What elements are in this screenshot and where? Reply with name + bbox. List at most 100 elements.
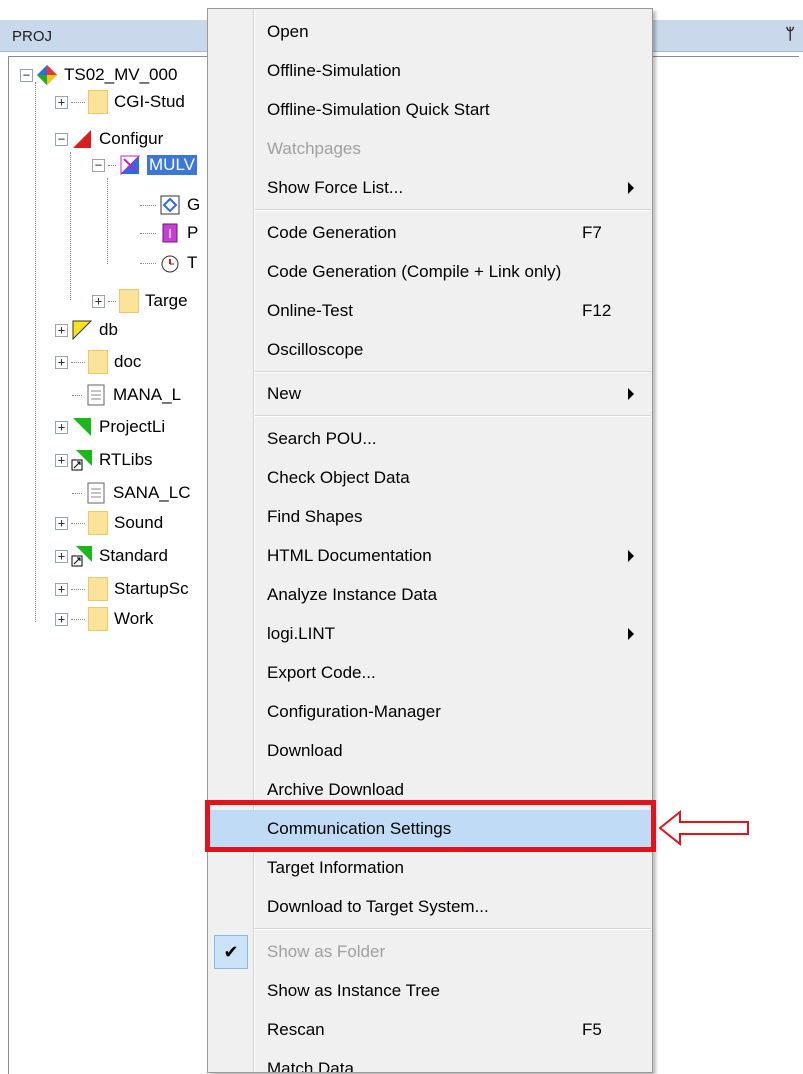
menu-item-analyze-instance-data[interactable]: Analyze Instance Data: [208, 576, 652, 615]
tree-guide-line: [35, 82, 36, 622]
tree-item-task[interactable]: T: [140, 250, 197, 276]
left-arrow-icon: [658, 809, 749, 847]
tree-item-folder[interactable]: + CGI-Stud: [55, 89, 185, 115]
db-triangle-icon: [71, 319, 93, 341]
expand-toggle-icon[interactable]: +: [55, 323, 68, 337]
menu-item-offline-simulation-quick-start[interactable]: Offline-Simulation Quick Start: [208, 91, 652, 130]
tree-connector: [71, 361, 85, 363]
tree-item-library[interactable]: + ProjectLi: [55, 414, 165, 440]
menu-item-label: Online-Test: [267, 301, 353, 320]
menu-item-label: logi.LINT: [267, 624, 336, 643]
tree-item-linked-library[interactable]: + Standard: [55, 543, 168, 569]
tree-item-folder[interactable]: + Sound: [55, 510, 163, 536]
tree-item-label: Work: [114, 609, 154, 628]
collapse-toggle-icon[interactable]: −: [55, 132, 68, 146]
tree-item-db[interactable]: + db: [55, 317, 118, 343]
menu-item-oscilloscope[interactable]: Oscilloscope: [208, 331, 652, 370]
tree-connector: [71, 618, 85, 620]
expand-toggle-icon[interactable]: +: [55, 95, 68, 109]
menu-item-open[interactable]: Open: [208, 13, 652, 52]
menu-item-html-documentation[interactable]: HTML Documentation: [208, 537, 652, 576]
tree-item-label: RTLibs: [99, 450, 153, 469]
tree-item-linked-library[interactable]: + RTLibs: [55, 447, 153, 473]
menu-item-configuration-manager[interactable]: Configuration-Manager: [208, 693, 652, 732]
menu-item-label: Match Data: [267, 1059, 354, 1073]
folder-icon: [88, 90, 108, 114]
pin-icon[interactable]: ᛘ: [785, 26, 795, 44]
tree-item-resource[interactable]: − MULV: [92, 152, 197, 178]
menu-item-label: Watchpages: [267, 139, 361, 158]
menu-item-target-information[interactable]: Target Information: [208, 849, 652, 888]
expand-toggle-icon[interactable]: +: [55, 355, 68, 369]
tree-item-label: P: [187, 223, 199, 242]
menu-item-label: Offline-Simulation: [267, 61, 401, 80]
file-icon: [85, 482, 107, 504]
tree-connector: [140, 232, 156, 234]
tree-item-folder[interactable]: + Work: [55, 606, 153, 632]
submenu-arrow-icon: [628, 628, 634, 640]
expand-toggle-icon[interactable]: +: [55, 612, 68, 626]
tree-connector: [72, 492, 82, 494]
expand-toggle-icon[interactable]: +: [92, 294, 105, 308]
folder-icon: [88, 607, 108, 631]
menu-item-show-force-list[interactable]: Show Force List...: [208, 169, 652, 208]
menu-item-label: Open: [267, 22, 309, 41]
menu-item-find-shapes[interactable]: Find Shapes: [208, 498, 652, 537]
tree-item-folder[interactable]: + StartupSc: [55, 576, 189, 602]
tree-connector: [140, 262, 156, 264]
expand-toggle-icon[interactable]: +: [55, 516, 68, 530]
folder-icon: [88, 511, 108, 535]
menu-item-code-generation[interactable]: Code Generation F7: [208, 214, 652, 253]
menu-item-label: Code Generation (Compile + Link only): [267, 262, 562, 281]
tree-item-label: T: [187, 253, 198, 272]
menu-item-label: Show Force List...: [267, 178, 404, 197]
tree-item-project[interactable]: − TS02_MV_000: [20, 62, 177, 88]
menu-item-check-object-data[interactable]: Check Object Data: [208, 459, 652, 498]
menu-item-label: Check Object Data: [267, 468, 410, 487]
tree-item-file[interactable]: MANA_L: [72, 382, 181, 408]
menu-item-download[interactable]: Download: [208, 732, 652, 771]
menu-item-rescan[interactable]: Rescan F5: [208, 1011, 652, 1050]
menu-item-search-pou[interactable]: Search POU...: [208, 420, 652, 459]
menu-item-offline-simulation[interactable]: Offline-Simulation: [208, 52, 652, 91]
menu-item-download-to-target-system[interactable]: Download to Target System...: [208, 888, 652, 927]
tree-connector: [108, 164, 116, 166]
tree-item-program[interactable]: I P: [140, 220, 198, 246]
expand-toggle-icon[interactable]: +: [55, 453, 68, 467]
menu-item-logi-lint[interactable]: logi.LINT: [208, 615, 652, 654]
tree-item-label: Targe: [145, 291, 188, 310]
project-diamond-icon: [36, 64, 58, 86]
tree-item-label: MULV: [147, 155, 197, 175]
task-timer-icon: [159, 252, 181, 274]
submenu-arrow-icon: [628, 388, 634, 400]
menu-item-online-test[interactable]: Online-Test F12: [208, 292, 652, 331]
menu-item-export-code[interactable]: Export Code...: [208, 654, 652, 693]
menu-item-code-generation-compile-link[interactable]: Code Generation (Compile + Link only): [208, 253, 652, 292]
tree-item-global-variables[interactable]: G: [140, 192, 200, 218]
svg-text:I: I: [168, 227, 172, 241]
tree-item-label: G: [187, 195, 201, 214]
panel-title: PROJ: [12, 28, 53, 45]
expand-toggle-icon[interactable]: +: [55, 549, 68, 563]
tree-item-folder[interactable]: + Targe: [92, 288, 188, 314]
menu-item-label: Archive Download: [267, 780, 405, 799]
file-icon: [85, 384, 107, 406]
menu-item-match-data[interactable]: Match Data: [208, 1050, 652, 1073]
tree-item-configuration[interactable]: − Configur: [55, 126, 163, 152]
menu-item-new[interactable]: New: [208, 375, 652, 414]
tree-item-folder[interactable]: + doc: [55, 349, 141, 375]
menu-item-label: Analyze Instance Data: [267, 585, 438, 604]
menu-separator: [255, 371, 651, 373]
expand-toggle-icon[interactable]: +: [55, 420, 68, 434]
collapse-toggle-icon[interactable]: −: [92, 158, 105, 172]
menu-item-label: Show as Folder: [267, 942, 386, 961]
tree-item-label: doc: [114, 352, 142, 371]
folder-icon: [119, 289, 139, 313]
menu-item-show-as-instance-tree[interactable]: Show as Instance Tree: [208, 972, 652, 1011]
menu-separator: [255, 415, 651, 417]
collapse-toggle-icon[interactable]: −: [20, 68, 33, 82]
context-menu: Open Offline-Simulation Offline-Simulati…: [207, 8, 653, 1073]
tree-item-label: SANA_LC: [113, 483, 191, 502]
tree-item-file[interactable]: SANA_LC: [72, 480, 190, 506]
expand-toggle-icon[interactable]: +: [55, 582, 68, 596]
